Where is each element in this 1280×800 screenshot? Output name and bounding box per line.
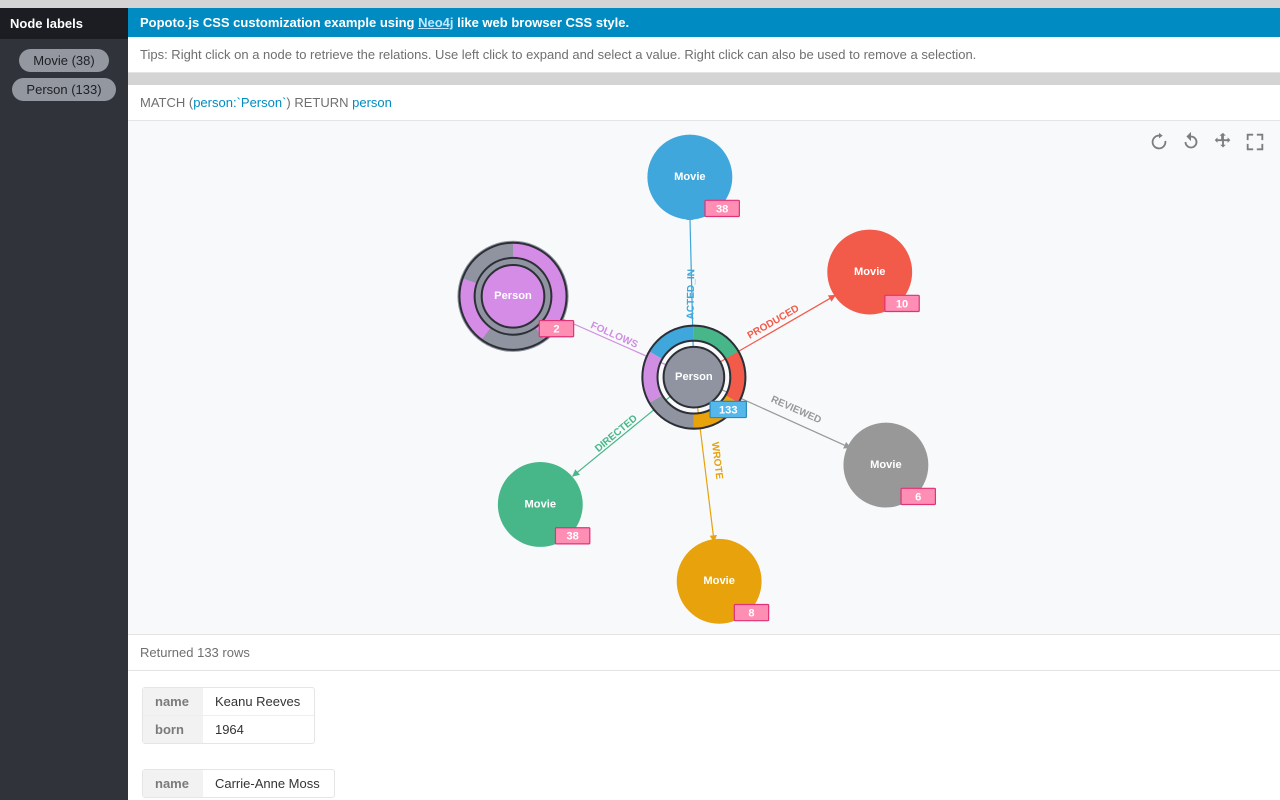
result-row: nameCarrie-Anne Moss bbox=[142, 769, 335, 798]
title-suffix: like web browser CSS style. bbox=[454, 15, 630, 30]
fullscreen-icon[interactable] bbox=[1244, 131, 1266, 153]
svg-text:10: 10 bbox=[896, 298, 908, 310]
graph-node-movie-wrote[interactable]: Movie 8 bbox=[677, 539, 769, 624]
svg-text:Person: Person bbox=[494, 290, 532, 302]
title-link[interactable]: Neo4j bbox=[418, 15, 453, 30]
edge-label: FOLLOWS bbox=[589, 320, 640, 351]
svg-text:Movie: Movie bbox=[525, 498, 556, 510]
svg-text:Person: Person bbox=[675, 371, 713, 383]
graph-canvas[interactable]: ACTED_IN PRODUCED REVIEWED WROTE DIRECTE… bbox=[128, 121, 1280, 635]
title-prefix: Popoto.js CSS customization example usin… bbox=[140, 15, 418, 30]
graph-node-movie-reviewed[interactable]: Movie 6 bbox=[843, 423, 935, 508]
result-name: Keanu Reeves bbox=[203, 688, 314, 716]
center-icon[interactable] bbox=[1212, 131, 1234, 153]
edge-label: WROTE bbox=[709, 441, 725, 480]
graph-node-center[interactable]: Person 133 bbox=[642, 326, 746, 429]
result-born: 1964 bbox=[203, 716, 314, 744]
edge-label: ACTED_IN bbox=[685, 269, 697, 320]
svg-text:8: 8 bbox=[748, 608, 754, 620]
sidebar-item-person[interactable]: Person (133) bbox=[12, 78, 115, 101]
sidebar: Node labels Movie (38) Person (133) bbox=[0, 8, 128, 800]
svg-text:38: 38 bbox=[566, 531, 578, 543]
cypher-query: MATCH (person:`Person`) RETURN person bbox=[128, 85, 1280, 121]
tips-bar: Tips: Right click on a node to retrieve … bbox=[128, 37, 1280, 73]
reset-icon[interactable] bbox=[1148, 131, 1170, 153]
edge-label: REVIEWED bbox=[769, 394, 823, 426]
svg-text:6: 6 bbox=[915, 491, 921, 503]
query-return[interactable]: person bbox=[352, 95, 392, 110]
query-node[interactable]: person:`Person` bbox=[193, 95, 286, 110]
graph-node-movie-directed[interactable]: Movie 38 bbox=[498, 462, 590, 547]
sidebar-item-movie[interactable]: Movie (38) bbox=[19, 49, 108, 72]
svg-text:133: 133 bbox=[719, 404, 738, 416]
graph-node-movie-produced[interactable]: Movie 10 bbox=[827, 230, 919, 315]
sidebar-header: Node labels bbox=[0, 8, 128, 39]
results-list[interactable]: nameKeanu Reeves born1964 nameCarrie-Ann… bbox=[128, 671, 1280, 800]
edge-label: PRODUCED bbox=[746, 303, 802, 341]
result-row: nameKeanu Reeves born1964 bbox=[142, 687, 315, 744]
svg-text:Movie: Movie bbox=[870, 459, 901, 471]
graph-node-movie-actedin[interactable]: Movie 38 bbox=[647, 135, 739, 220]
reload-icon[interactable] bbox=[1180, 131, 1202, 153]
title-bar: Popoto.js CSS customization example usin… bbox=[128, 8, 1280, 37]
results-header: Returned 133 rows bbox=[128, 635, 1280, 671]
graph-toolbar bbox=[1148, 131, 1266, 153]
edge-label: DIRECTED bbox=[593, 413, 640, 455]
result-name: Carrie-Anne Moss bbox=[203, 770, 334, 797]
svg-text:38: 38 bbox=[716, 203, 728, 215]
svg-text:2: 2 bbox=[553, 324, 559, 336]
svg-text:Movie: Movie bbox=[674, 171, 705, 183]
graph-node-person-follows[interactable]: Person 2 bbox=[457, 241, 573, 352]
svg-text:Movie: Movie bbox=[854, 266, 885, 278]
svg-text:Movie: Movie bbox=[703, 575, 734, 587]
divider bbox=[128, 73, 1280, 85]
